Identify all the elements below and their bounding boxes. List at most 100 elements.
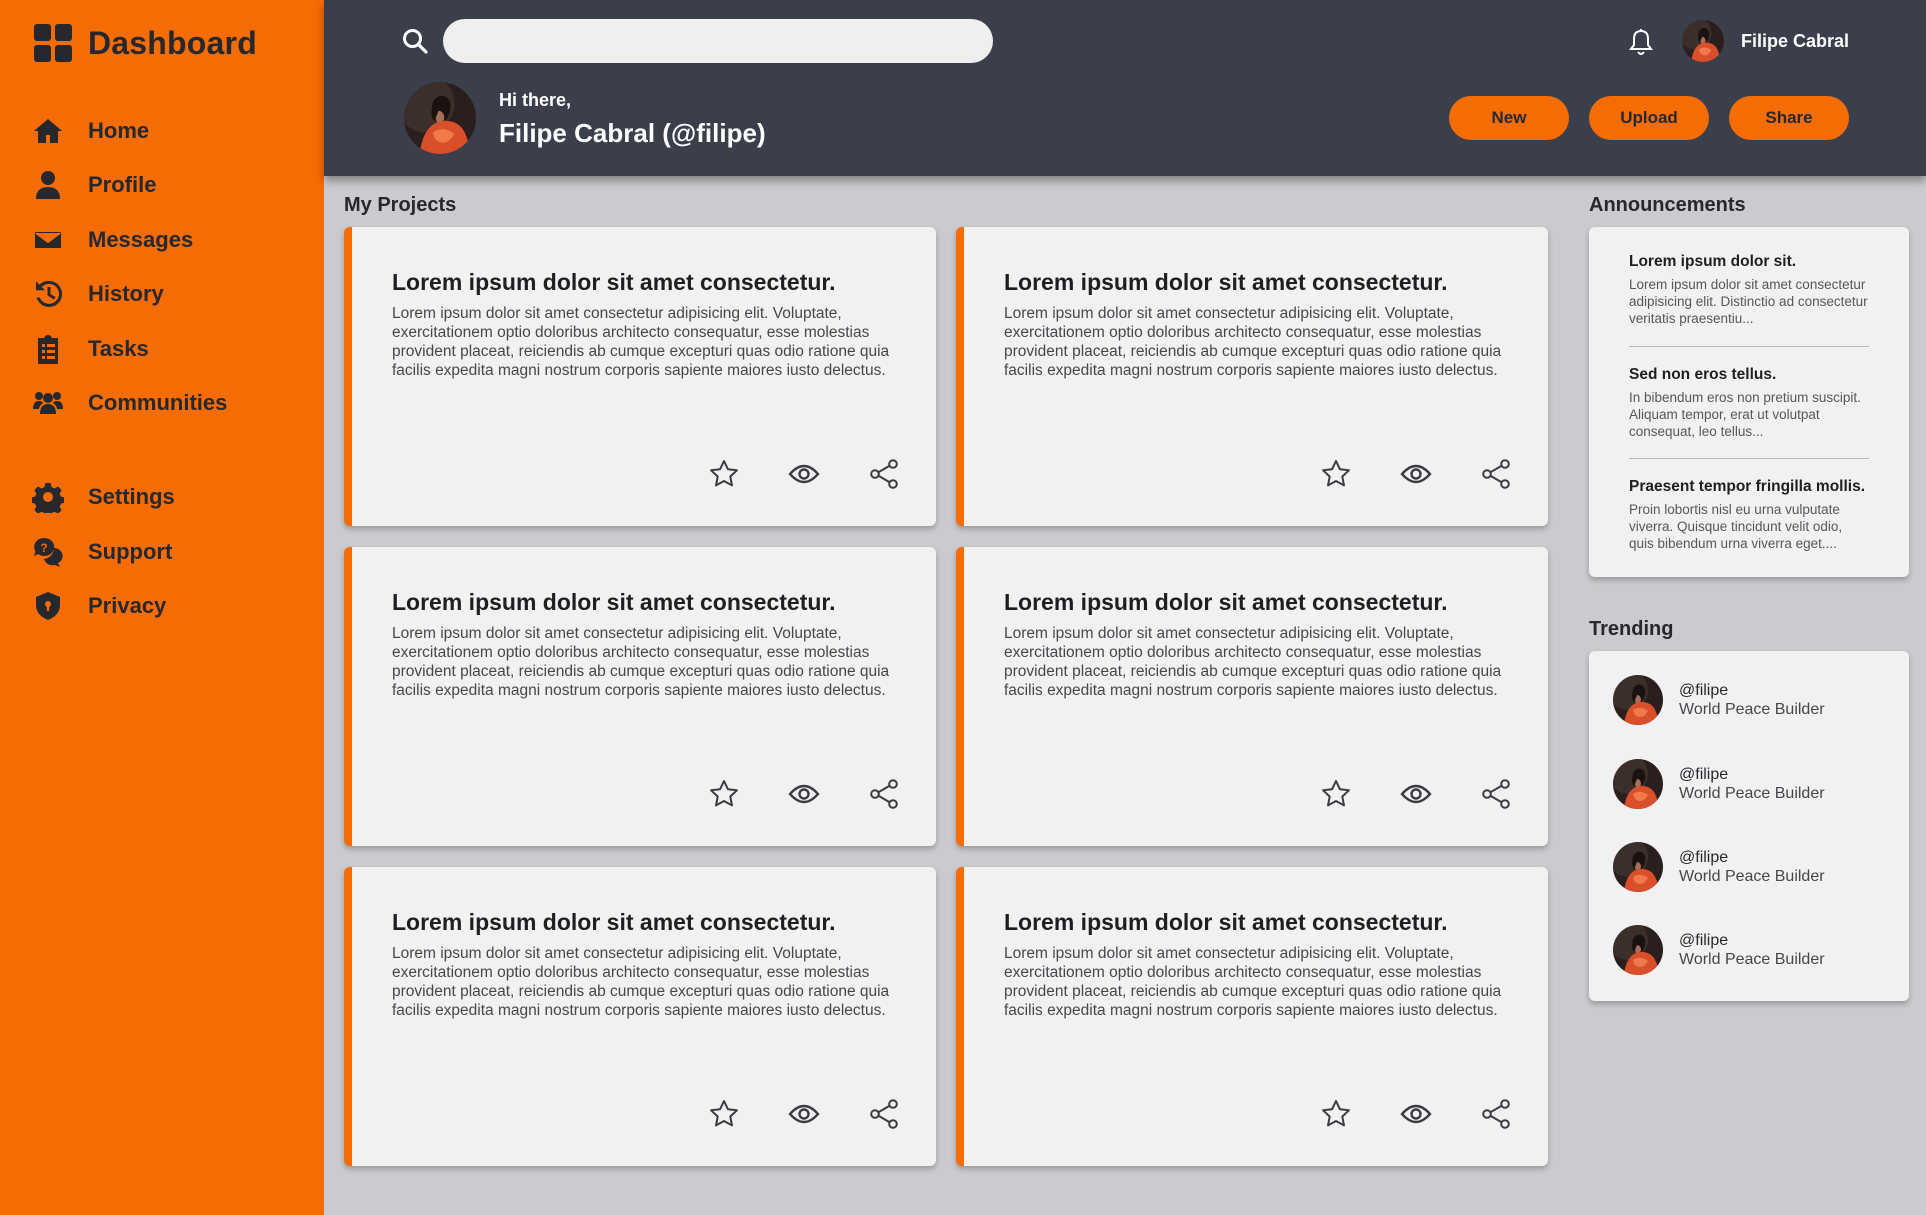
sidebar-item-home[interactable]: Home [32,111,149,151]
eye-icon[interactable] [1400,1098,1432,1130]
project-card[interactable]: Lorem ipsum dolor sit amet consectetur. L… [344,227,936,526]
trending-item[interactable]: @filipe World Peace Builder [1613,925,1825,975]
share-icon[interactable] [868,458,900,490]
svg-text:?: ? [40,541,47,555]
project-title: Lorem ipsum dolor sit amet consectetur. [1004,909,1448,935]
shield-icon [36,592,60,620]
eye-icon[interactable] [1400,458,1432,490]
sidebar-item-label: Messages [88,227,194,252]
brand-title: Dashboard [88,24,257,61]
star-icon[interactable] [1320,778,1352,810]
project-title: Lorem ipsum dolor sit amet consectetur. [1004,269,1448,295]
sidebar-item-messages[interactable]: Messages [32,220,193,260]
trending-handle: @filipe [1679,682,1729,699]
grid-icon [34,24,72,62]
eye-icon[interactable] [788,1098,820,1130]
project-title: Lorem ipsum dolor sit amet consectetur. [392,269,836,295]
sidebar-item-label: Tasks [88,336,149,361]
sidebar-item-privacy[interactable]: Privacy [32,586,166,626]
history-icon [36,280,63,307]
user-icon [36,171,60,199]
star-icon[interactable] [1320,458,1352,490]
project-description: Lorem ipsum dolor sit amet consectetur a… [1004,305,1502,379]
search-icon[interactable] [402,28,428,54]
project-title: Lorem ipsum dolor sit amet consectetur. [1004,589,1448,615]
project-card[interactable]: Lorem ipsum dolor sit amet consectetur. L… [344,547,936,846]
trending-subtitle: World Peace Builder [1679,951,1825,968]
trending-handle: @filipe [1679,932,1729,949]
announcement-item[interactable]: Praesent tempor fringilla mollis. Proin … [1629,478,1869,552]
announcement-item[interactable]: Sed non eros tellus. In bibendum eros no… [1629,366,1869,440]
trending-subtitle: World Peace Builder [1679,868,1825,885]
sidebar-item-label: Home [88,118,150,143]
card-actions [708,778,900,810]
trending-item[interactable]: @filipe World Peace Builder [1613,675,1825,725]
projects-heading: My Projects [344,194,457,216]
search-input[interactable] [443,19,993,63]
project-description: Lorem ipsum dolor sit amet consectetur a… [392,945,890,1019]
eye-icon[interactable] [788,458,820,490]
greeting: Hi there, [499,90,572,110]
star-icon[interactable] [1320,1098,1352,1130]
avatar [1613,759,1663,809]
sidebar-item-communities[interactable]: Communities [32,383,227,423]
announcement-text: In bibendum eros non pretium suscipit. A… [1629,390,1861,439]
trending-subtitle: World Peace Builder [1679,785,1825,802]
bell-icon[interactable] [1628,28,1654,56]
sidebar-item-history[interactable]: History [32,274,164,314]
announcements-heading: Announcements [1589,194,1746,216]
project-description: Lorem ipsum dolor sit amet consectetur a… [392,625,890,699]
sidebar-item-label: Privacy [88,593,167,618]
avatar[interactable] [1682,20,1724,62]
trending-handle: @filipe [1679,766,1729,783]
brand[interactable]: Dashboard [34,24,257,62]
project-title: Lorem ipsum dolor sit amet consectetur. [392,909,836,935]
announcement-text: Lorem ipsum dolor sit amet consectetur a… [1629,277,1868,326]
new-button[interactable]: New [1449,96,1569,140]
trending-item[interactable]: @filipe World Peace Builder [1613,842,1825,892]
share-icon[interactable] [868,778,900,810]
sidebar-item-label: History [88,281,164,306]
sidebar-item-label: Support [88,539,173,564]
trending-item[interactable]: @filipe World Peace Builder [1613,759,1825,809]
project-card[interactable]: Lorem ipsum dolor sit amet consectetur. L… [956,867,1548,1166]
sidebar-item-support[interactable]: ? Support [32,532,172,572]
user-name[interactable]: Filipe Cabral [1741,31,1849,52]
announcement-item[interactable]: Lorem ipsum dolor sit. Lorem ipsum dolor… [1629,253,1869,327]
announcement-title: Praesent tempor fringilla mollis. [1629,478,1866,495]
card-actions [1320,1098,1512,1130]
share-icon[interactable] [1480,1098,1512,1130]
star-icon[interactable] [708,1098,740,1130]
star-icon[interactable] [708,778,740,810]
share-button[interactable]: Share [1729,96,1849,140]
share-icon[interactable] [1480,458,1512,490]
eye-icon[interactable] [1400,778,1432,810]
announcement-title: Sed non eros tellus. [1629,366,1777,383]
gear-icon [32,483,64,513]
trending-handle: @filipe [1679,849,1729,866]
share-icon[interactable] [868,1098,900,1130]
eye-icon[interactable] [788,778,820,810]
trending-panel: @filipe World Peace Builder @filipe Worl… [1589,651,1909,1001]
project-card[interactable]: Lorem ipsum dolor sit amet consectetur. L… [956,547,1548,846]
envelope-icon [33,230,63,250]
sidebar-item-label: Profile [88,172,157,197]
announcements-panel: Lorem ipsum dolor sit. Lorem ipsum dolor… [1589,227,1909,577]
star-icon[interactable] [708,458,740,490]
trending-subtitle: World Peace Builder [1679,701,1825,718]
project-description: Lorem ipsum dolor sit amet consectetur a… [1004,945,1502,1019]
users-icon [33,392,63,414]
sidebar-item-settings[interactable]: Settings [32,477,175,517]
avatar [1613,925,1663,975]
sidebar-item-profile[interactable]: Profile [32,165,156,205]
divider [1629,346,1869,347]
announcement-title: Lorem ipsum dolor sit. [1629,253,1797,270]
home-icon [34,119,62,143]
upload-button[interactable]: Upload [1589,96,1709,140]
top-header: Filipe Cabral Hi there, Filipe Cabral (@… [324,0,1926,176]
project-card[interactable]: Lorem ipsum dolor sit amet consectetur. L… [956,227,1548,526]
share-icon[interactable] [1480,778,1512,810]
project-card[interactable]: Lorem ipsum dolor sit amet consectetur. L… [344,867,936,1166]
sidebar-item-tasks[interactable]: Tasks [32,329,149,369]
profile-avatar [404,82,476,154]
